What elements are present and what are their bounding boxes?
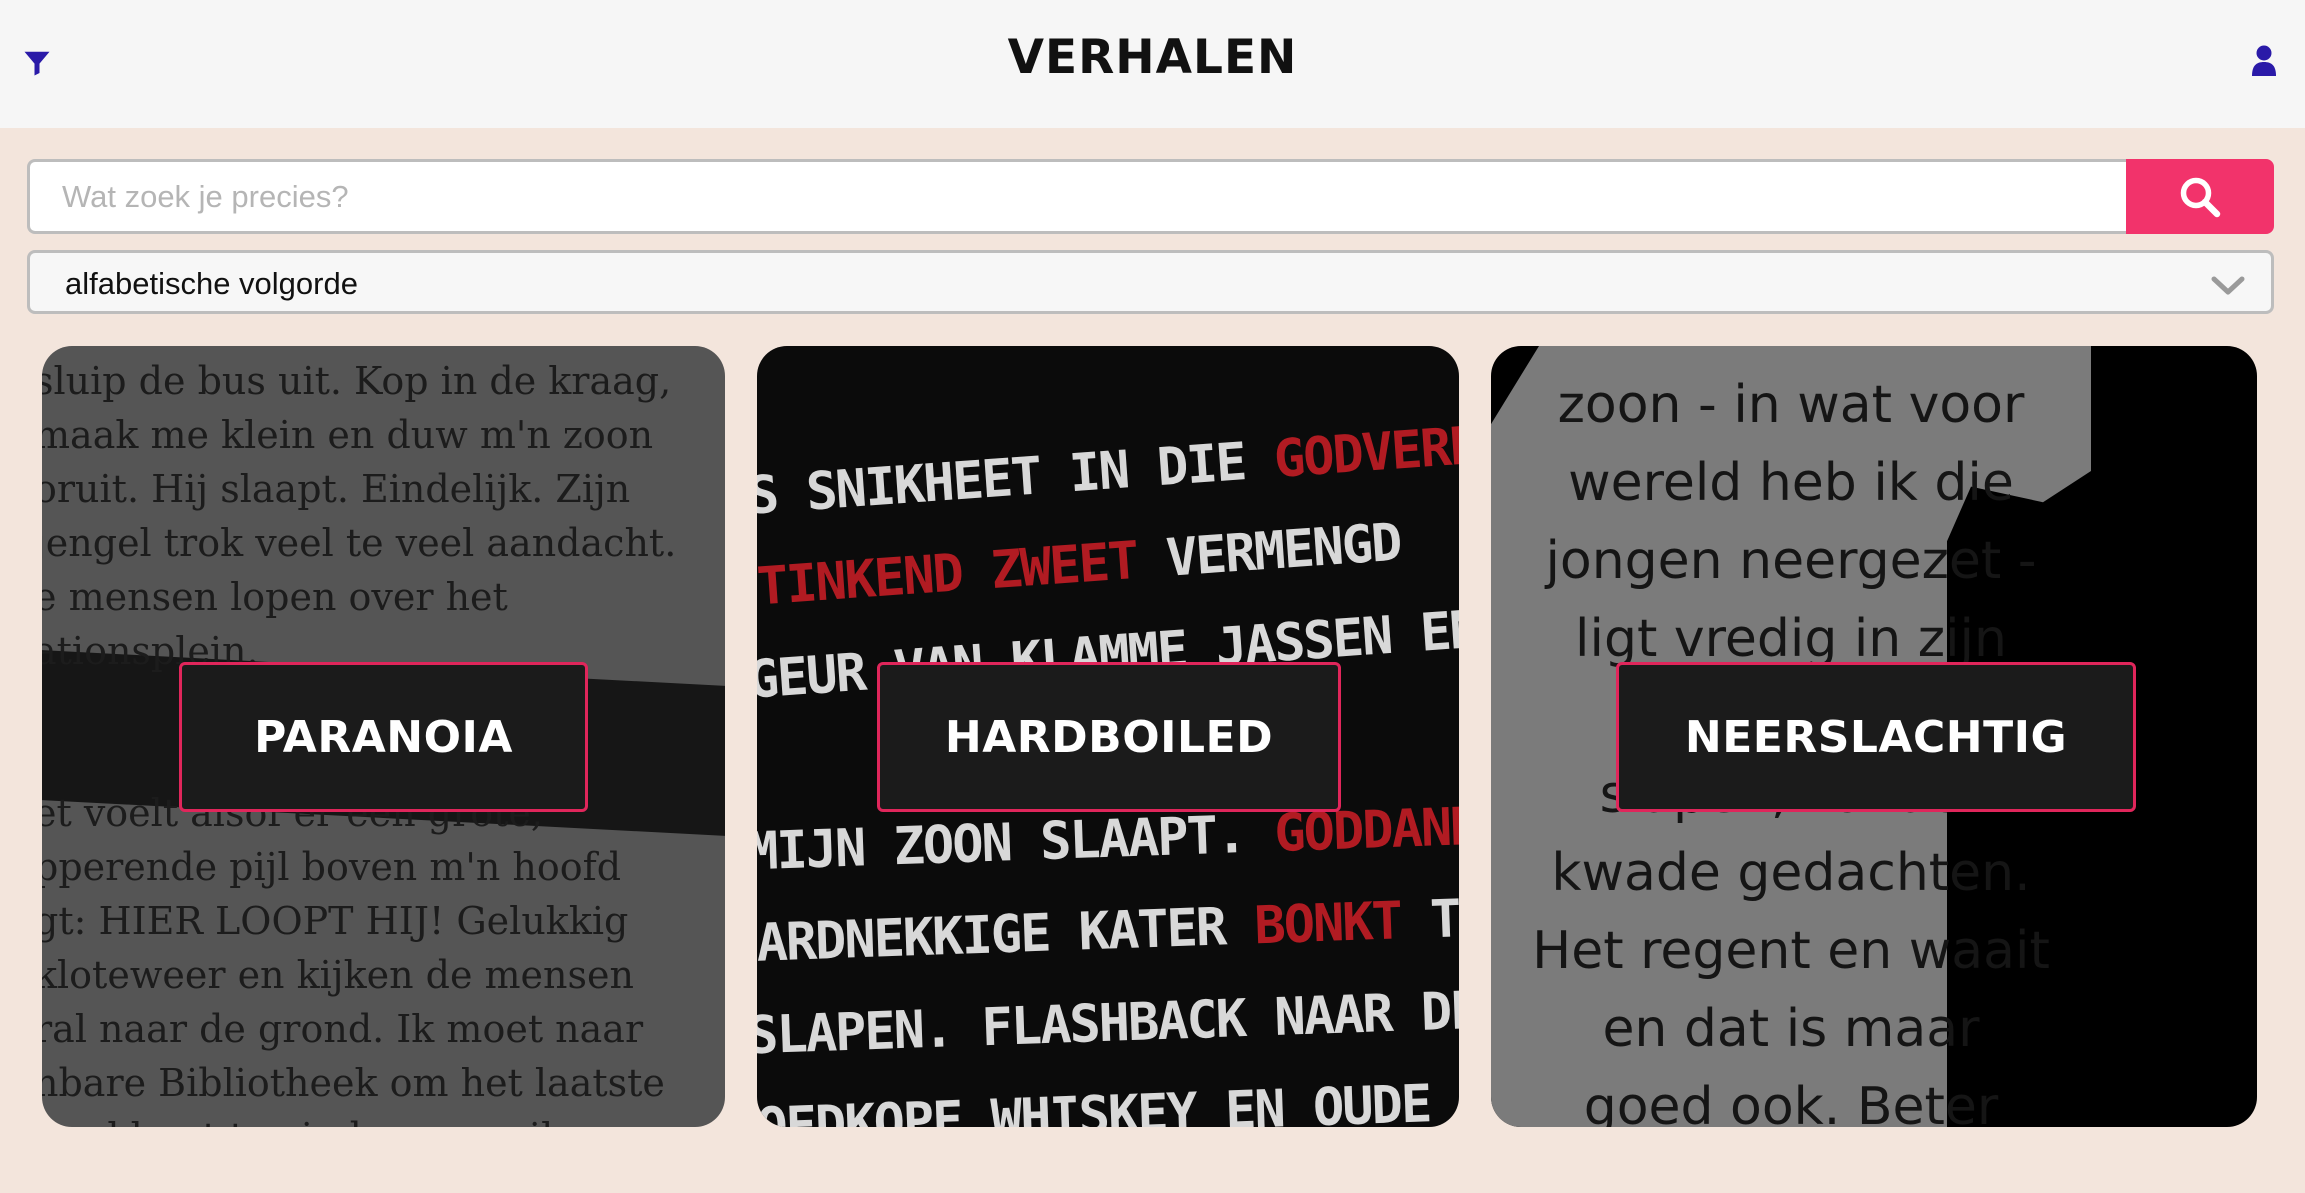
story-card-paranoia[interactable]: sluip de bus uit. Kop in de kraag, maak m… <box>42 346 725 1127</box>
story-card-hardboiled[interactable]: S SNIKHEET IN DIE GODVERDOMME STINKEND ZW… <box>757 346 1459 1127</box>
top-bar: VERHALEN <box>0 0 2305 128</box>
card-background-line: wrakhout te vinden waar ik <box>42 1110 725 1127</box>
card-background-line: nbare Bibliotheek om het laatste <box>42 1061 665 1105</box>
chevron-down-icon <box>2211 276 2245 295</box>
card-background-line: kwade gedachten. <box>1551 843 2031 903</box>
card-background-line: jengel trok veel te veel aandacht. <box>42 521 677 565</box>
sort-selected-value: alfabetische volgorde <box>65 266 358 301</box>
card-label-box: NEERSLACHTIG <box>1616 662 2136 812</box>
card-background-line: jongen neergezet - <box>1545 531 2037 591</box>
card-background-line: e mensen lopen over het <box>42 575 508 619</box>
page-title: VERHALEN <box>1007 30 1298 85</box>
card-background-line: goed ook. Beter <box>1583 1077 1999 1127</box>
card-background-line: maak me klein en duw m'n zoon <box>42 413 654 457</box>
card-label: NEERSLACHTIG <box>1684 711 2068 763</box>
card-background-line: en dat is maar <box>1602 999 1980 1059</box>
card-background-line: zoon - in wat voor <box>1557 375 2025 435</box>
card-background-line: Het regent en waait <box>1532 921 2050 981</box>
card-label: HARDBOILED <box>944 711 1274 763</box>
card-background-line: wereld heb ik die <box>1568 453 2014 513</box>
card-label-box: PARANOIA <box>179 662 588 812</box>
user-account-button[interactable] <box>2251 44 2287 84</box>
story-card-neerslachtig[interactable]: zoon - in wat voor wereld heb ik die jonge… <box>1491 346 2257 1127</box>
search-input[interactable] <box>27 159 2127 234</box>
card-label: PARANOIA <box>254 711 513 763</box>
card-label-box: HARDBOILED <box>877 662 1341 812</box>
card-background-line: pperende pijl boven m'n hoofd <box>42 845 622 889</box>
search-button[interactable] <box>2126 159 2274 234</box>
card-background-line: sluip de bus uit. Kop in de kraag, <box>42 359 672 403</box>
search-bar <box>27 159 2274 234</box>
card-background-line: kloteweer en kijken de mensen <box>42 953 634 997</box>
card-background-line: ral naar de grond. Ik moet naar <box>42 1007 644 1051</box>
search-icon <box>2180 177 2221 217</box>
sort-dropdown[interactable]: alfabetische volgorde <box>27 250 2274 314</box>
user-icon <box>2252 45 2276 76</box>
card-background-line: gt: HIER LOOPT HIJ! Gelukkig <box>42 899 629 943</box>
card-background-line: oruit. Hij slaapt. Eindelijk. Zijn <box>42 467 631 511</box>
